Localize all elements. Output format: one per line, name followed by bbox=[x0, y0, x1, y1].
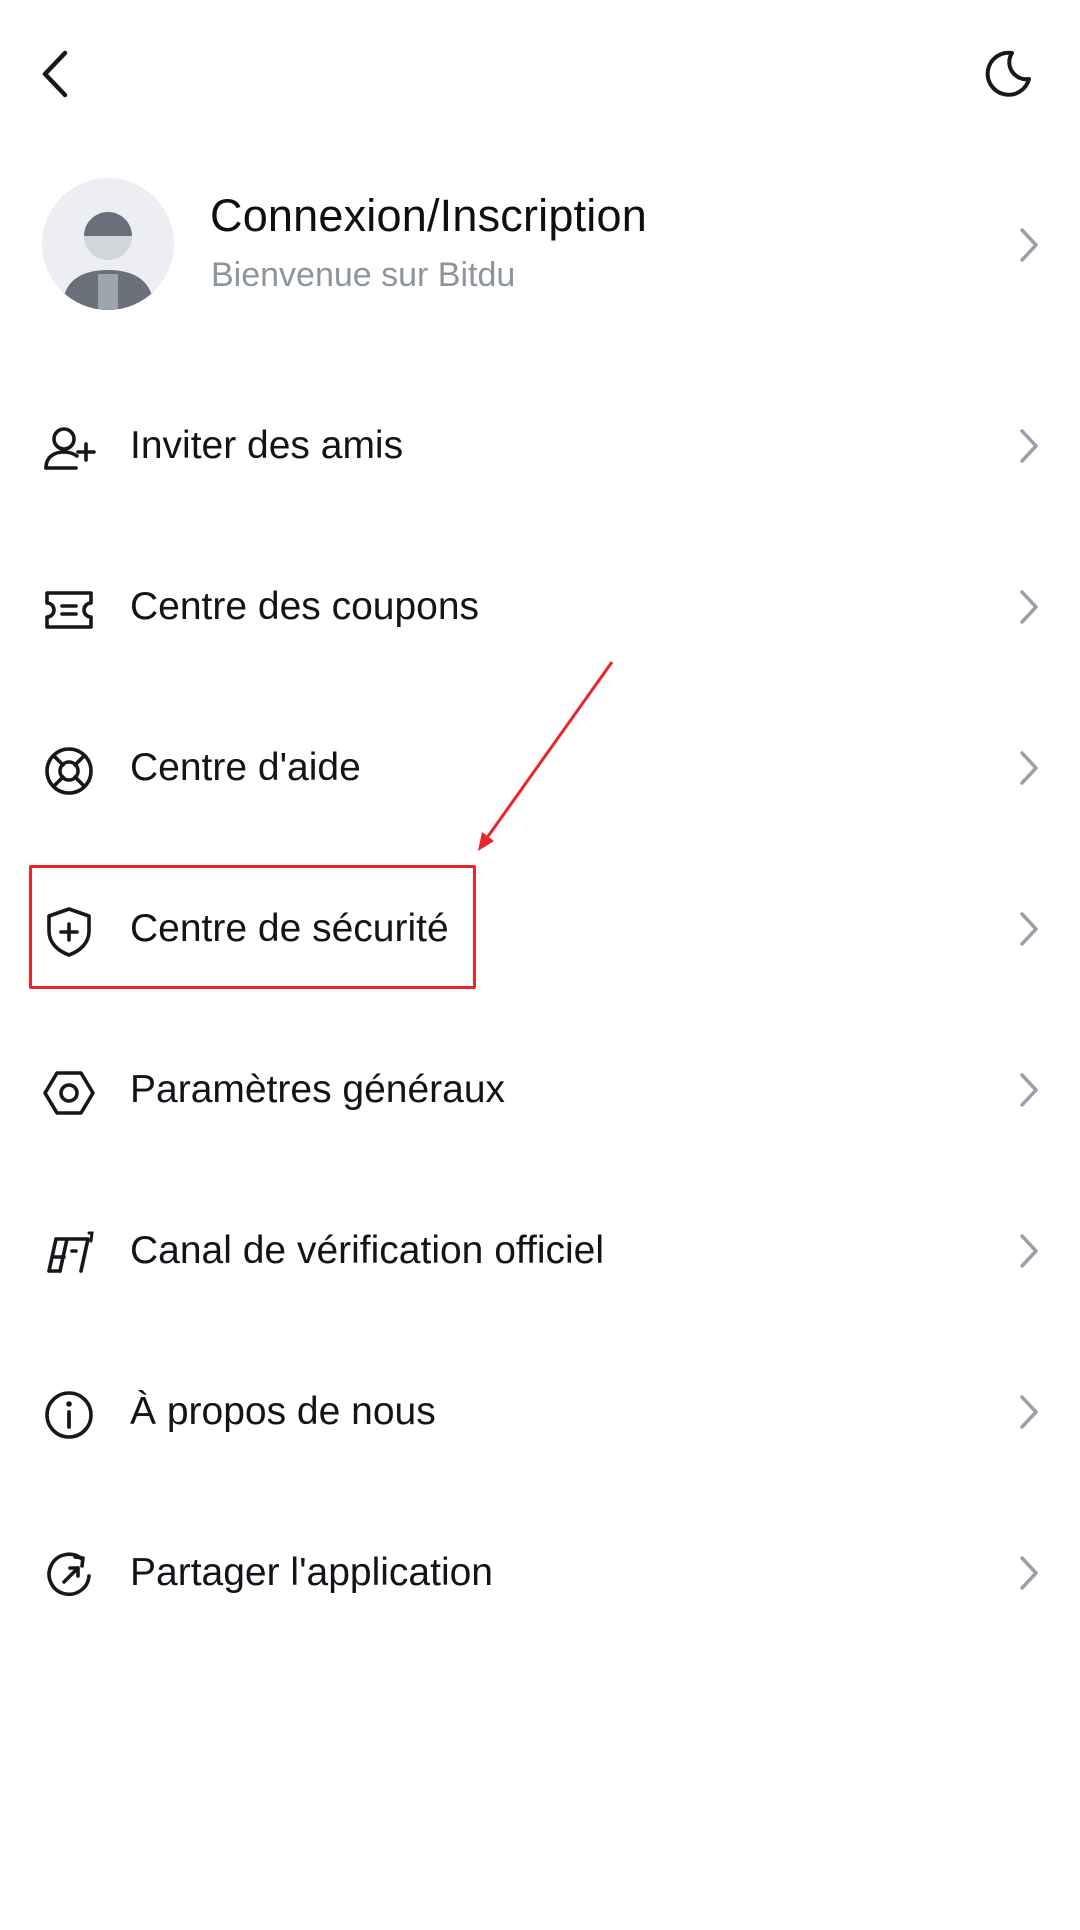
share-refresh-icon bbox=[42, 1549, 96, 1603]
chevron-right-icon bbox=[1014, 1390, 1044, 1434]
ticket-icon bbox=[42, 583, 96, 637]
moon-icon bbox=[985, 50, 1031, 97]
menu-item-help-center[interactable]: Centre d'aide bbox=[0, 702, 1080, 832]
verification-logo-icon bbox=[42, 1227, 96, 1281]
chevron-right-icon bbox=[1014, 1229, 1044, 1273]
menu-item-about-us[interactable]: À propos de nous bbox=[0, 1346, 1080, 1476]
avatar bbox=[42, 178, 174, 310]
menu-item-security-center[interactable]: Centre de sécurité bbox=[0, 863, 1080, 993]
menu-item-label: Canal de vérification officiel bbox=[130, 1229, 605, 1272]
chevron-right-icon bbox=[1014, 1068, 1044, 1112]
login-signup-row[interactable]: Connexion/Inscription Bienvenue sur Bitd… bbox=[0, 160, 1080, 330]
chevron-left-icon bbox=[42, 50, 68, 98]
chevron-right-icon bbox=[1014, 585, 1044, 629]
menu-item-label: Centre de sécurité bbox=[130, 907, 449, 950]
hexagon-settings-icon bbox=[42, 1066, 96, 1120]
menu-item-invite-friends[interactable]: Inviter des amis bbox=[0, 380, 1080, 510]
chevron-right-icon bbox=[1014, 907, 1044, 951]
menu-item-share-app[interactable]: Partager l'application bbox=[0, 1507, 1080, 1637]
back-button[interactable] bbox=[30, 44, 80, 104]
menu-item-label: À propos de nous bbox=[130, 1390, 436, 1433]
menu-item-official-verification[interactable]: Canal de vérification officiel bbox=[0, 1185, 1080, 1315]
menu-item-label: Partager l'application bbox=[130, 1551, 493, 1594]
menu-item-general-settings[interactable]: Paramètres généraux bbox=[0, 1024, 1080, 1154]
lifebuoy-icon bbox=[42, 744, 96, 798]
menu-item-label: Paramètres généraux bbox=[130, 1068, 506, 1111]
menu-item-coupon-center[interactable]: Centre des coupons bbox=[0, 541, 1080, 671]
info-icon bbox=[42, 1388, 96, 1442]
menu-item-label: Centre d'aide bbox=[130, 746, 361, 789]
profile-subtitle: Bienvenue sur Bitdu bbox=[211, 256, 516, 294]
chevron-right-icon bbox=[1014, 424, 1044, 468]
shield-plus-icon bbox=[42, 905, 96, 959]
menu-item-label: Inviter des amis bbox=[130, 424, 404, 467]
chevron-right-icon bbox=[1014, 223, 1044, 267]
menu-item-label: Centre des coupons bbox=[130, 585, 480, 628]
chevron-right-icon bbox=[1014, 1551, 1044, 1595]
chevron-right-icon bbox=[1014, 746, 1044, 790]
settings-page: Connexion/Inscription Bienvenue sur Bitd… bbox=[0, 0, 1080, 1930]
theme-toggle-button[interactable] bbox=[980, 46, 1036, 102]
add-user-icon bbox=[42, 422, 96, 476]
profile-title: Connexion/Inscription bbox=[210, 190, 647, 241]
